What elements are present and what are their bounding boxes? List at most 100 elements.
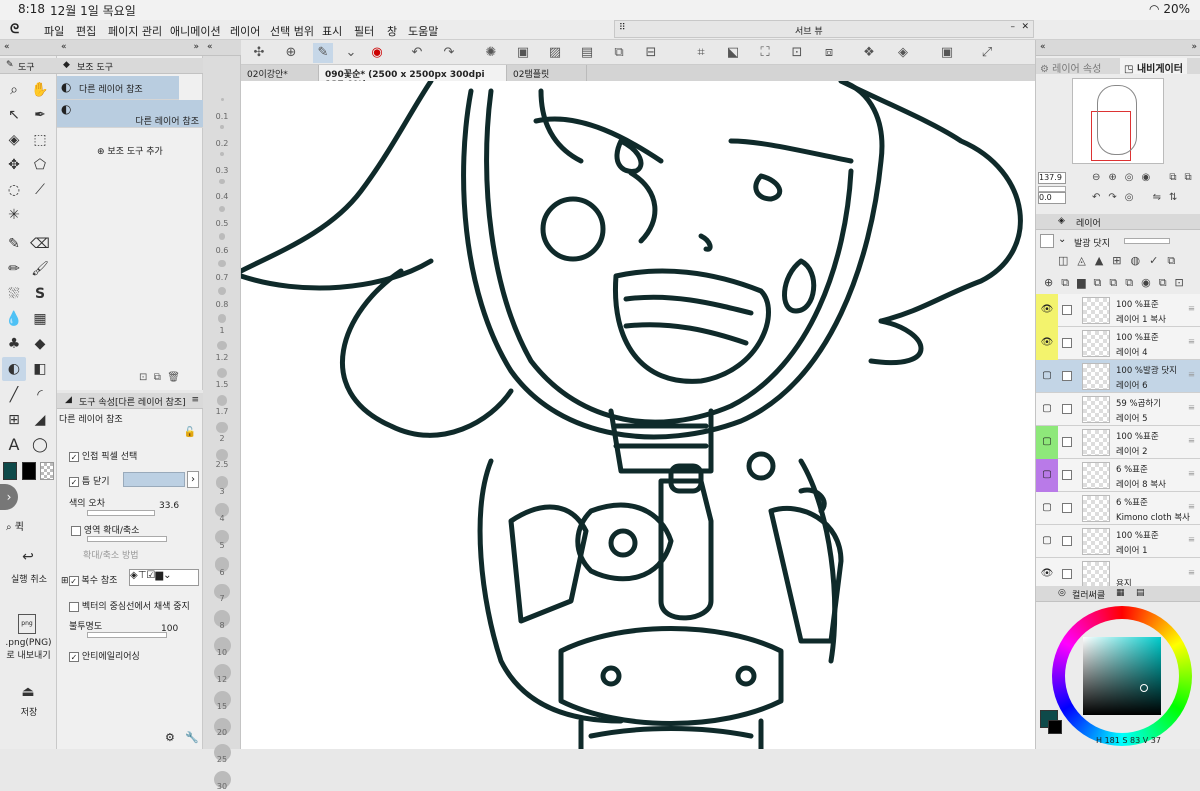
drag-handle-icon[interactable]: ≡ (1188, 469, 1195, 479)
pen-tool-icon[interactable]: ✎ (2, 232, 26, 256)
visibility-toggle[interactable]: ▢ (1040, 403, 1054, 415)
navigator-preview[interactable] (1072, 78, 1164, 164)
drag-handle-icon[interactable]: ≡ (1188, 535, 1195, 545)
trash-icon[interactable]: 🗑 (167, 372, 180, 383)
brush-size-dot[interactable] (215, 449, 229, 462)
brush-size-dot[interactable] (219, 152, 225, 157)
redo-icon[interactable]: ↷ (439, 43, 459, 63)
palette-icon[interactable]: ▦ (1116, 588, 1125, 598)
layer-row[interactable]: ▢ 6 %표준 레이어 8 복사 ≡ (1036, 459, 1200, 492)
minimize-icon[interactable]: – (1011, 22, 1016, 32)
layer-opacity-slider[interactable] (1124, 238, 1170, 244)
import-icon[interactable]: ⊡ (139, 372, 147, 383)
opacity-value[interactable]: 100 (161, 624, 178, 634)
loading-icon[interactable]: ✺ (481, 43, 501, 63)
chevron-down-icon[interactable]: ⌄ (341, 43, 361, 63)
undo-icon[interactable]: ↩ (16, 545, 40, 569)
clear-icon[interactable]: ▣ (513, 43, 533, 63)
airbrush-tool-icon[interactable]: ⛆ (2, 282, 26, 306)
brush-size-dot[interactable] (216, 395, 228, 406)
brush-size-dot[interactable] (217, 368, 227, 378)
layer-lock-toggle[interactable] (1062, 305, 1072, 315)
frame-tool-icon[interactable]: ⊞ (2, 408, 26, 432)
layer-row[interactable]: 👁 100 %표준 레이어 4 ≡ (1036, 327, 1200, 360)
drag-handle-icon[interactable]: ≡ (1188, 568, 1195, 578)
drag-handle-icon[interactable]: ≡ (1188, 304, 1195, 314)
opacity-slider[interactable] (87, 632, 167, 638)
curve-tool-icon[interactable]: ◜ (28, 383, 52, 407)
tab-navigator[interactable]: ◳ 내비게이터 (1120, 58, 1187, 75)
antialias-checkbox[interactable]: ✓ 안티에일리어싱 (69, 649, 140, 662)
transform-icon[interactable]: ✣ (249, 43, 269, 63)
zoom-tool-icon[interactable]: ⌕ (2, 78, 26, 102)
tool-tab[interactable]: ✎ 도구 (0, 58, 57, 74)
pen-nib-tool-icon[interactable]: ✒ (28, 103, 52, 127)
collapse-icon[interactable]: « (1040, 42, 1046, 52)
fit-icon[interactable]: ⧈ (819, 43, 839, 63)
tool-property-header[interactable]: ◢ 도구 속성[다른 레이어 참조] ≡ (57, 393, 203, 409)
quick-access-tab[interactable]: ⌕ 퀵 (6, 518, 24, 533)
skew-icon[interactable]: ⬕ (723, 43, 743, 63)
brush-size-dot[interactable] (217, 341, 227, 351)
tolerance-slider[interactable] (87, 510, 155, 516)
new-layer-icon[interactable]: ⊕ (281, 43, 301, 63)
hand-tool-icon[interactable]: ✋ (28, 78, 52, 102)
grid-icon[interactable]: ▤ (1136, 588, 1145, 598)
blend-mode-select[interactable]: 발광 닷지 (1074, 236, 1110, 249)
layer-options-row1[interactable]: ◫◬▲⊞◍✓⧉ (1058, 254, 1184, 268)
clear-selection-icon[interactable]: ▨ (545, 43, 565, 63)
lock-icon[interactable]: 🔓 (184, 427, 196, 438)
tab-doc-2[interactable]: 090꽃순* (2500 x 2500px 300dpi 137.9%) (319, 65, 507, 90)
layer-lock-toggle[interactable] (1062, 338, 1072, 348)
rotation-input[interactable]: 0.0 (1038, 192, 1066, 204)
selection-rect-tool-icon[interactable]: ⬚ (28, 128, 52, 152)
layer-row[interactable]: ▢ 100 %표준 레이어 1 ≡ (1036, 525, 1200, 558)
layer-stack-icon[interactable]: ◈ (893, 43, 913, 63)
brush-size-dot[interactable] (217, 314, 227, 323)
brush-size-dot[interactable] (218, 233, 226, 240)
brush-size-dot[interactable] (220, 98, 224, 101)
menu-help[interactable]: 도움말 (408, 23, 438, 39)
pencil-tool-icon[interactable]: ✏ (2, 257, 26, 281)
lasso-tool-icon[interactable]: ◌ (2, 178, 26, 202)
saturation-value-square[interactable] (1083, 637, 1161, 715)
wrench-icon[interactable]: 🔧 (185, 731, 199, 744)
drag-handle-icon[interactable]: ⠿ (619, 23, 626, 33)
eye-icon[interactable]: 👁 (1040, 568, 1054, 580)
tab-layer-property[interactable]: ⚙ 레이어 속성 (1040, 60, 1101, 75)
layer-lock-toggle[interactable] (1062, 404, 1072, 414)
crop-icon[interactable]: ⌗ (691, 43, 711, 63)
layer-lock-toggle[interactable] (1062, 470, 1072, 480)
multi-ref-selector[interactable]: ◈⊤☑▆⌄ (129, 569, 199, 586)
drag-handle-icon[interactable]: ≡ (1188, 502, 1195, 512)
menu-layer[interactable]: 레이어 (230, 23, 260, 39)
layer-color-box[interactable] (1040, 234, 1054, 248)
draw-mode-icon[interactable]: ✎ (313, 43, 333, 63)
layer-options-row2[interactable]: ⊕⧉▆⧉⧉⧉◉⧉⊡ (1044, 276, 1192, 290)
collapse-icon[interactable]: « (207, 42, 213, 52)
transparent-color-swatch[interactable] (40, 462, 54, 480)
chevron-down-icon[interactable]: ⌄ (1058, 234, 1066, 245)
close-gap-level-selector[interactable] (123, 472, 185, 487)
expand-icon[interactable]: » (1191, 42, 1197, 52)
undo-icon[interactable]: ↶ (407, 43, 427, 63)
line-tool-icon[interactable]: ╱ (2, 383, 26, 407)
collapse-left-icon[interactable]: « (61, 42, 67, 52)
multi-ref-checkbox[interactable]: ⊞ ✓ 복수 참조 (61, 573, 117, 586)
layer-lock-toggle[interactable] (1062, 569, 1072, 579)
gradient-tool-icon[interactable]: ◧ (28, 357, 52, 381)
area-scaling-slider[interactable] (87, 536, 167, 542)
area-scaling-checkbox[interactable]: 영역 확대/축소 (71, 523, 139, 536)
move-tool-icon[interactable]: ✥ (2, 153, 26, 177)
navigator-zoom-controls[interactable]: ⊖⊕◎◉ ⧉⧉ (1092, 172, 1200, 183)
text-tool-icon[interactable]: A (2, 433, 26, 457)
tab-doc-3[interactable]: 02탬플릿 (507, 65, 587, 81)
brush-size-dot[interactable] (220, 125, 224, 129)
adjacent-pixel-checkbox[interactable]: ✓ 인접 픽셀 선택 (69, 449, 137, 462)
export-png-label[interactable]: .png(PNG) 로 내보내기 (0, 638, 57, 661)
drag-handle-icon[interactable]: ≡ (1188, 370, 1195, 380)
layer-row[interactable]: ▢ 100 %표준 레이어 2 ≡ (1036, 426, 1200, 459)
brush-size-dot[interactable] (216, 422, 228, 434)
layer-panel-header[interactable]: ◈ 레이어 (1036, 214, 1200, 230)
visibility-toggle[interactable]: ▢ (1040, 502, 1054, 514)
